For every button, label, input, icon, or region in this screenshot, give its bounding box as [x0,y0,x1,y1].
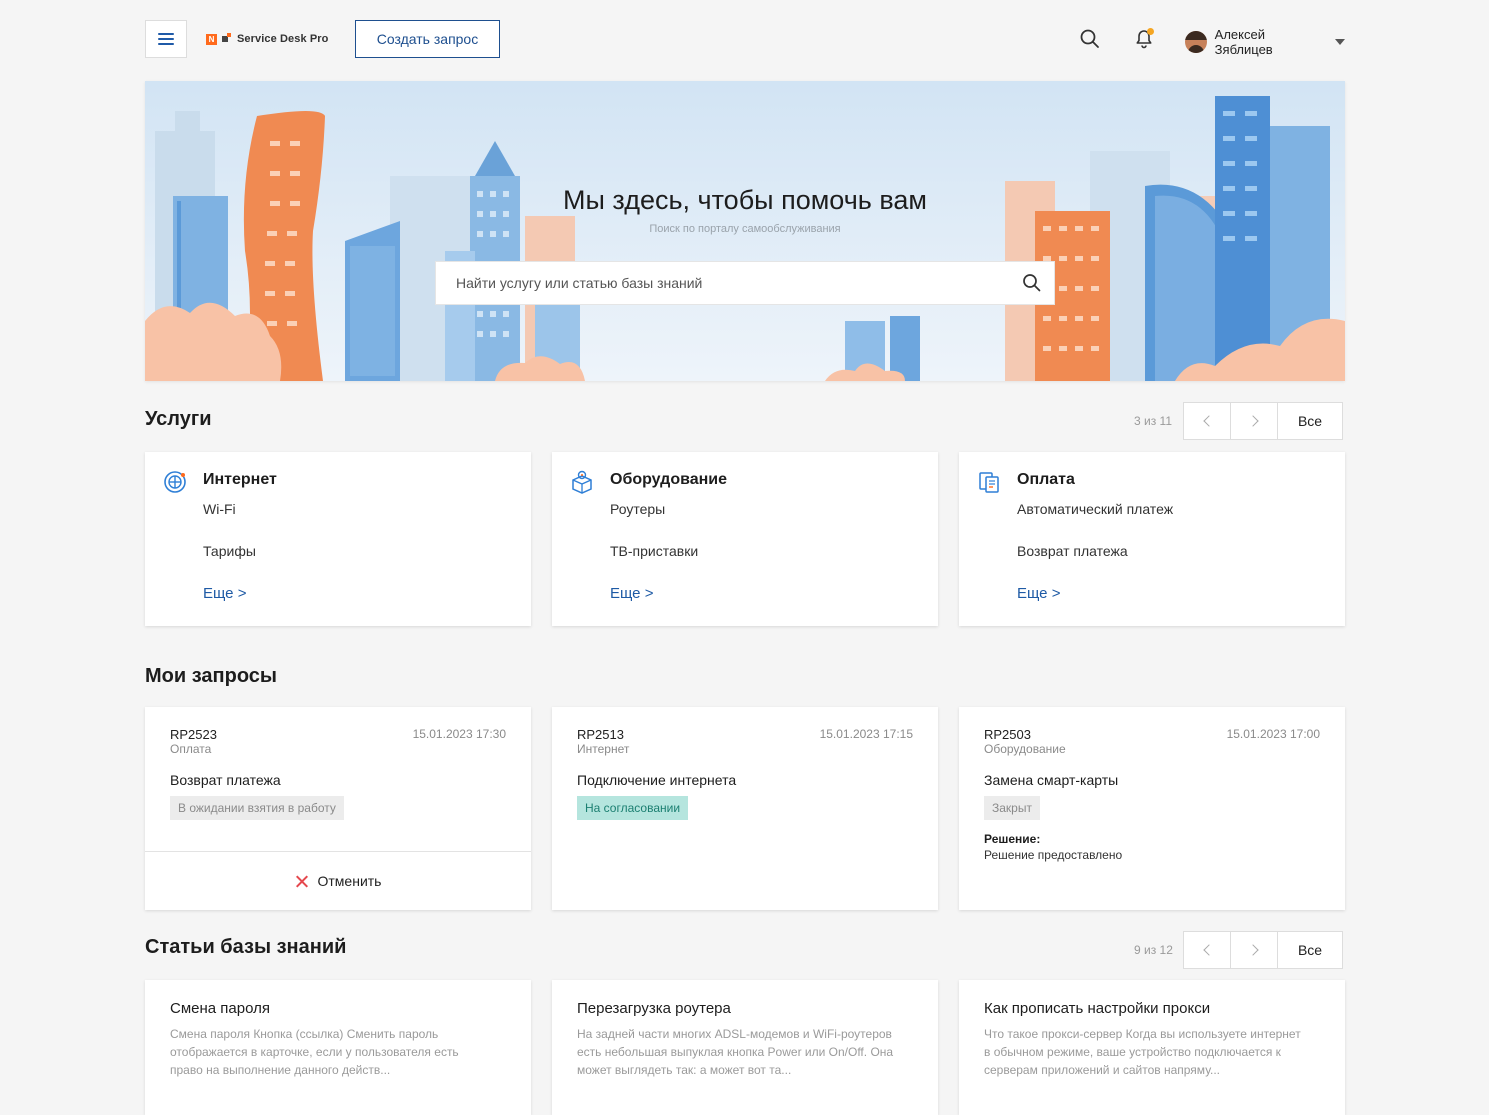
article-excerpt: На задней части многих ADSL-модемов и Wi… [577,1027,894,1077]
avatar [1185,31,1207,53]
search-icon [1080,29,1099,48]
request-card[interactable]: RP2523 Оплата 15.01.2023 17:30 Возврат п… [145,707,531,910]
logo-text: Service Desk Pro [237,33,329,45]
service-title: Оплата [1017,471,1075,488]
menu-icon [158,33,174,45]
article-title: Как прописать настройки прокси [984,1000,1211,1017]
service-card-payment[interactable]: Оплата Автоматический платеж Возврат пла… [959,452,1345,626]
globe-icon [164,471,186,493]
search-input[interactable] [436,262,1010,304]
search-submit-button[interactable] [1010,262,1054,304]
article-excerpt: Что такое прокси-сервер Когда вы использ… [984,1027,1301,1077]
service-link-tv-boxes[interactable]: ТВ-приставки [610,543,698,559]
knowledge-section-title: Статьи базы знаний [145,936,347,958]
close-icon [295,875,308,888]
services-next-button[interactable] [1230,402,1278,440]
knowledge-counter: 9 из 12 [1134,943,1173,957]
top-header: N Service Desk Pro Создать запрос Алексе… [145,20,1345,58]
user-name: Алексей Зяблицев [1214,27,1273,57]
request-date: 15.01.2023 17:15 [819,727,913,741]
user-menu[interactable]: Алексей Зяблицев [1185,27,1345,57]
hero-subtitle: Поиск по порталу самообслуживания [649,223,841,235]
service-more-link[interactable]: Еще > [203,585,246,602]
article-card[interactable]: Как прописать настройки прокси Что такое… [959,980,1345,1115]
request-title: Подключение интернета [577,772,737,788]
service-more-link[interactable]: Еще > [610,585,653,602]
chevron-left-icon [1202,415,1215,427]
service-card-internet[interactable]: Интернет Wi-Fi Тарифы Еще > [145,452,531,626]
request-id: RP2523 [170,727,217,742]
service-link-tariffs[interactable]: Тарифы [203,543,256,559]
request-category: Оборудование [984,742,1066,756]
search-icon [1023,274,1041,292]
solution-label: Решение: [984,832,1041,846]
chevron-down-icon [1335,39,1345,45]
request-date: 15.01.2023 17:00 [1226,727,1320,741]
knowledge-next-button[interactable] [1230,931,1278,969]
cancel-request-button[interactable]: Отменить [145,852,531,910]
documents-icon [979,472,999,493]
status-badge: Закрыт [984,796,1040,820]
service-more-link[interactable]: Еще > [1017,585,1060,602]
service-title: Оборудование [610,471,728,488]
hero-search-bar [435,261,1055,305]
service-title: Интернет [203,471,277,488]
request-title: Замена смарт-карты [984,772,1119,788]
services-all-button[interactable]: Все [1277,402,1343,440]
chevron-right-icon [1246,944,1259,956]
logo[interactable]: N Service Desk Pro [206,31,329,47]
chevron-left-icon [1202,944,1215,956]
request-category: Оплата [170,742,212,756]
service-link-wifi[interactable]: Wi-Fi [203,501,236,517]
hero-banner: Мы здесь, чтобы помочь вам Поиск по порт… [145,81,1345,381]
request-date: 15.01.2023 17:30 [412,727,506,741]
request-card[interactable]: RP2503 Оборудование 15.01.2023 17:00 Зам… [959,707,1345,910]
notifications-button[interactable] [1133,28,1155,50]
box-gear-icon [572,470,592,494]
knowledge-pager: 9 из 12 Все [1134,931,1343,969]
request-category: Интернет [577,742,630,756]
logo-mark: N [206,33,217,45]
services-pager: 3 из 11 Все [1134,402,1343,440]
header-search-button[interactable] [1079,28,1101,50]
article-title: Смена пароля [170,1000,270,1017]
request-title: Возврат платежа [170,772,281,788]
status-badge: В ожидании взятия в работу [170,796,344,820]
solution-text: Решение предоставлено [984,848,1123,862]
requests-section-title: Мои запросы [145,665,277,687]
knowledge-prev-button[interactable] [1183,931,1231,969]
service-link-routers[interactable]: Роутеры [610,501,665,517]
services-prev-button[interactable] [1183,402,1231,440]
create-request-button[interactable]: Создать запрос [355,20,500,58]
logo-square-icon [222,33,231,42]
chevron-right-icon [1246,415,1259,427]
service-card-equipment[interactable]: Оборудование Роутеры ТВ-приставки Еще > [552,452,938,626]
request-card[interactable]: RP2513 Интернет 15.01.2023 17:15 Подключ… [552,707,938,910]
service-link-refund[interactable]: Возврат платежа [1017,543,1128,559]
service-link-autopay[interactable]: Автоматический платеж [1017,501,1173,517]
article-card[interactable]: Смена пароля Смена пароля Кнопка (ссылка… [145,980,531,1115]
article-card[interactable]: Перезагрузка роутера На задней части мно… [552,980,938,1115]
hero-title: Мы здесь, чтобы помочь вам [563,185,927,215]
notification-dot [1147,28,1154,35]
request-id: RP2513 [577,727,624,742]
knowledge-all-button[interactable]: Все [1277,931,1343,969]
status-badge: На согласовании [577,796,689,820]
cancel-label: Отменить [317,873,382,889]
request-id: RP2503 [984,727,1031,742]
services-counter: 3 из 11 [1134,414,1173,428]
services-section-title: Услуги [145,408,212,430]
article-title: Перезагрузка роутера [577,1000,731,1017]
article-excerpt: Смена пароля Кнопка (ссылка) Сменить пар… [170,1027,459,1077]
menu-button[interactable] [145,20,187,58]
